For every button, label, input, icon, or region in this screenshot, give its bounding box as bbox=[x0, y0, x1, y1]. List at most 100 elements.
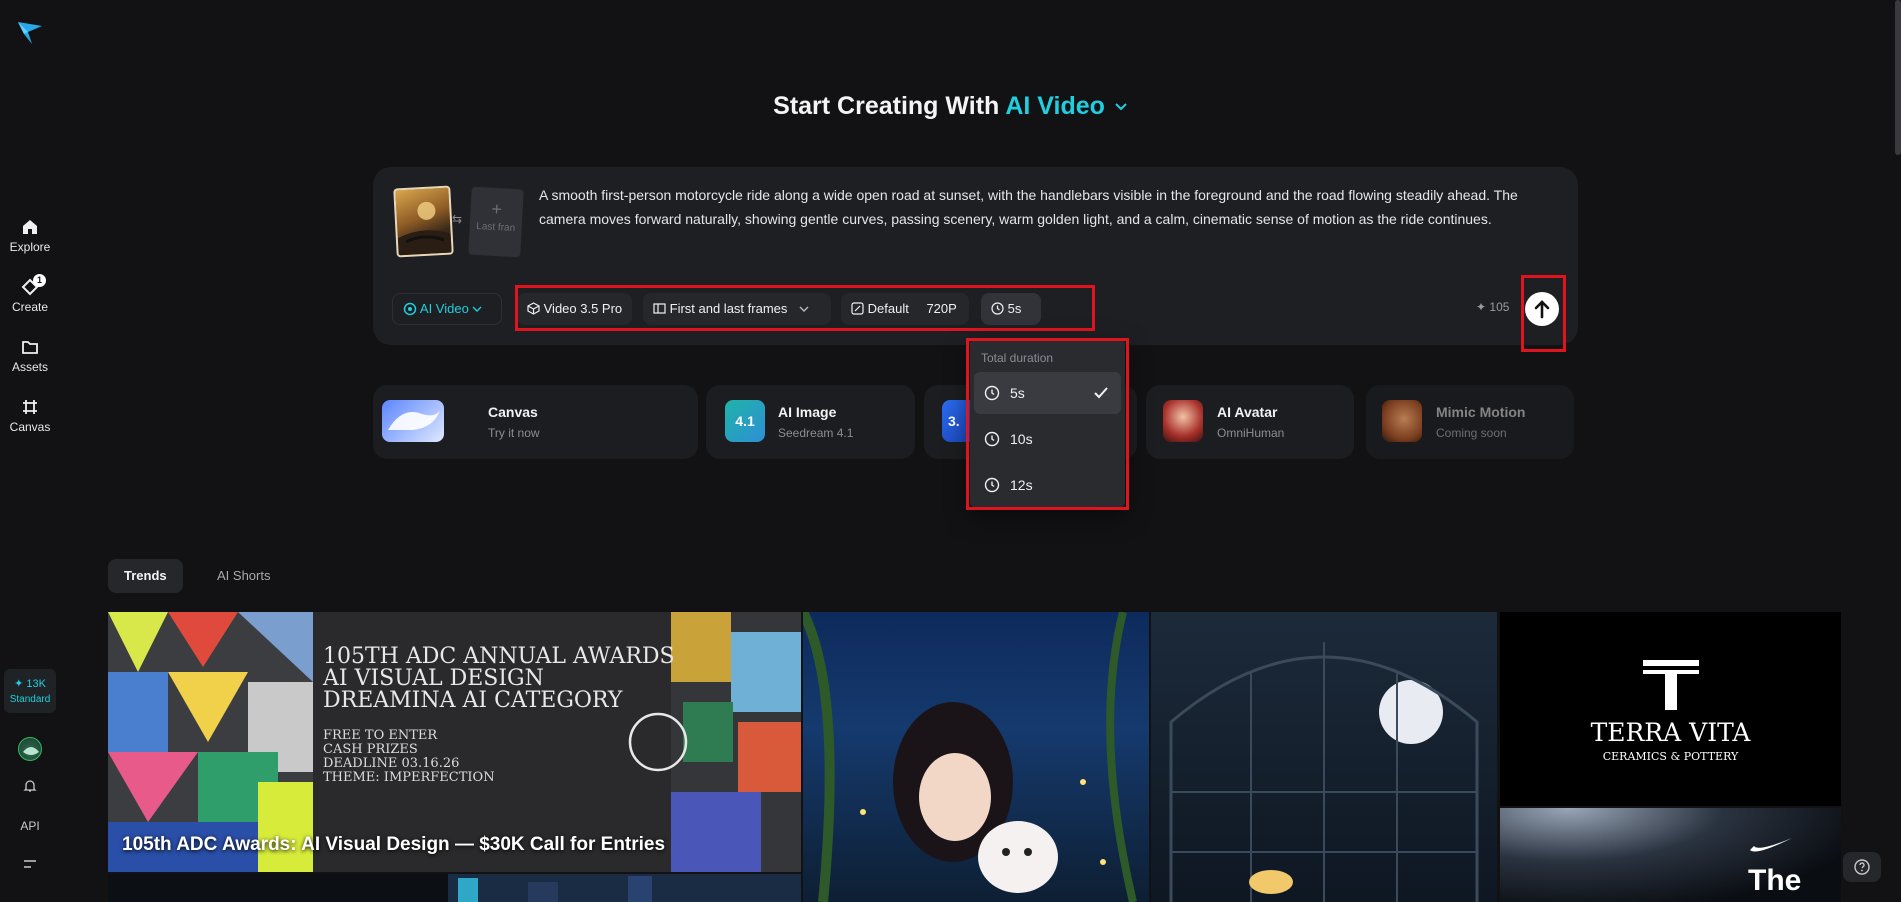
canvas-thumbnail bbox=[382, 400, 444, 442]
terra-vita-subtitle: CERAMICS & POTTERY bbox=[1602, 750, 1739, 763]
mimic-motion-thumbnail bbox=[1382, 400, 1422, 442]
last-frame-upload[interactable]: + Last fran bbox=[468, 186, 524, 258]
nike-swoosh-icon bbox=[1750, 838, 1792, 852]
canvas-icon bbox=[20, 397, 40, 417]
menu-toggle[interactable] bbox=[0, 858, 60, 873]
plus-icon: + bbox=[490, 198, 503, 220]
nav-assets[interactable]: Assets bbox=[0, 337, 60, 374]
nav-label-create: Create bbox=[11, 300, 49, 314]
tool-card-canvas[interactable]: Canvas Try it now bbox=[373, 385, 698, 459]
bell-icon bbox=[23, 780, 37, 792]
duration-dropdown: Total duration 5s 10s 12s bbox=[970, 339, 1125, 508]
help-button[interactable] bbox=[1843, 852, 1881, 882]
check-icon bbox=[1094, 387, 1108, 399]
prompt-input[interactable]: A smooth first-person motorcycle ride al… bbox=[539, 183, 1564, 231]
clock-icon bbox=[984, 431, 1000, 447]
first-frame-thumbnail[interactable] bbox=[393, 185, 454, 258]
tool-card-ai-avatar[interactable]: AI Avatar OmniHuman bbox=[1146, 385, 1354, 459]
frames-label: First and last frames bbox=[669, 301, 788, 316]
terra-vita-title: TERRA VITA bbox=[1590, 718, 1751, 747]
feed-card-girl-cat[interactable] bbox=[803, 612, 1149, 902]
feed-card-adc-awards[interactable]: 105TH ADC ANNUAL AWARDS AI VISUAL DESIGN… bbox=[108, 612, 801, 872]
banner-detail: THEME: IMPERFECTION bbox=[323, 770, 495, 785]
chevron-down-icon[interactable] bbox=[1114, 102, 1128, 112]
nav-label-explore: Explore bbox=[9, 240, 51, 254]
clock-icon bbox=[984, 477, 1000, 493]
clock-icon bbox=[984, 385, 1000, 401]
title-prefix: Start Creating With bbox=[773, 92, 1006, 120]
banner-heading: 105TH ADC ANNUAL AWARDS AI VISUAL DESIGN… bbox=[323, 646, 675, 712]
banner-line: AI VISUAL DESIGN bbox=[323, 666, 544, 691]
duration-option-10s[interactable]: 10s bbox=[974, 418, 1121, 460]
ai-avatar-thumbnail bbox=[1163, 400, 1203, 442]
feed-card-greenhouse[interactable] bbox=[1151, 612, 1497, 902]
tab-ai-shorts[interactable]: AI Shorts bbox=[201, 559, 286, 593]
create-badge: 1 bbox=[33, 274, 46, 287]
option-label: 5s bbox=[1010, 385, 1025, 401]
duration-option-5s[interactable]: 5s bbox=[974, 372, 1121, 414]
api-link[interactable]: API bbox=[0, 819, 60, 833]
credits-count: ✦ 13K bbox=[14, 678, 46, 690]
tool-subtitle: Try it now bbox=[488, 426, 540, 440]
nav-canvas[interactable]: Canvas bbox=[0, 397, 60, 434]
nav-label-canvas: Canvas bbox=[9, 420, 51, 434]
greenhouse-artwork bbox=[1169, 642, 1479, 902]
frames-icon bbox=[653, 303, 666, 314]
page-scrollbar[interactable] bbox=[1895, 0, 1901, 155]
generate-button[interactable] bbox=[1525, 292, 1559, 326]
feed-card-city[interactable] bbox=[108, 874, 801, 902]
banner-detail: CASH PRIZES bbox=[323, 742, 418, 757]
resolution-label: 720P bbox=[926, 301, 957, 316]
feed-card-terra-vita[interactable]: TERRA VITA CERAMICS & POTTERY bbox=[1500, 612, 1841, 806]
aspect-label: Default bbox=[867, 301, 909, 316]
tool-card-ai-image[interactable]: 4.1 AI Image Seedream 4.1 bbox=[706, 385, 915, 459]
chevron-down-icon bbox=[472, 306, 482, 312]
duration-label: 5s bbox=[1007, 301, 1022, 316]
mode-select[interactable]: AI Video bbox=[392, 293, 502, 325]
mode-switcher[interactable]: AI Video bbox=[1005, 92, 1105, 120]
duration-option-12s[interactable]: 12s bbox=[974, 464, 1121, 506]
avatar[interactable] bbox=[18, 737, 42, 761]
nav-label-assets: Assets bbox=[11, 360, 48, 374]
banner-detail: DEADLINE 03.16.26 bbox=[323, 756, 460, 771]
banner-line: DREAMINA AI CATEGORY bbox=[323, 688, 623, 713]
banner-details: FREE TO ENTER CASH PRIZES DEADLINE 03.16… bbox=[323, 729, 495, 785]
nav-create[interactable]: 1 Create bbox=[0, 274, 60, 314]
swap-icon[interactable]: ⇆ bbox=[452, 212, 466, 226]
aspect-resolution-select[interactable]: Default 720P bbox=[841, 293, 969, 325]
cube-icon bbox=[527, 302, 540, 315]
feed-card-nike[interactable]: The bbox=[1500, 808, 1841, 902]
duration-select[interactable]: 5s bbox=[981, 293, 1041, 325]
nike-headline: The bbox=[1748, 864, 1802, 897]
banner-line: 105TH ADC ANNUAL AWARDS bbox=[323, 644, 675, 669]
dropdown-title: Total duration bbox=[981, 351, 1054, 365]
folder-icon bbox=[20, 337, 40, 357]
tool-subtitle: OmniHuman bbox=[1217, 426, 1285, 440]
home-icon bbox=[20, 217, 40, 237]
last-frame-label: Last fran bbox=[475, 220, 516, 235]
option-label: 10s bbox=[1010, 431, 1033, 447]
tool-title: Mimic Motion bbox=[1436, 404, 1526, 420]
notification-bell[interactable] bbox=[0, 778, 60, 797]
credits-pill[interactable]: ✦ 13K Standard bbox=[4, 669, 56, 713]
model-select[interactable]: Video 3.5 Pro bbox=[517, 293, 632, 325]
tool-card-mimic-motion[interactable]: Mimic Motion Coming soon bbox=[1366, 385, 1574, 459]
frames-select[interactable]: First and last frames bbox=[643, 293, 831, 325]
city-artwork bbox=[448, 874, 801, 902]
tool-subtitle: Seedream 4.1 bbox=[778, 426, 854, 440]
banner-caption: 105th ADC Awards: AI Visual Design — $30… bbox=[122, 834, 666, 855]
chevron-down-icon bbox=[799, 306, 809, 312]
option-label: 12s bbox=[1010, 477, 1033, 493]
ai-image-thumbnail: 4.1 bbox=[725, 400, 765, 442]
arrow-up-icon bbox=[1534, 300, 1550, 319]
plan-tier: Standard bbox=[9, 694, 51, 705]
tool-subtitle: Coming soon bbox=[1436, 426, 1507, 440]
help-icon bbox=[1854, 859, 1870, 875]
tab-trends[interactable]: Trends bbox=[108, 559, 183, 593]
girl-cat-artwork bbox=[803, 612, 1137, 902]
nav-explore[interactable]: Explore bbox=[0, 217, 60, 254]
banner-detail: FREE TO ENTER bbox=[323, 728, 438, 743]
generation-cost: ✦ 105 bbox=[1476, 300, 1510, 314]
menu-icon bbox=[24, 860, 36, 868]
app-logo[interactable] bbox=[16, 20, 44, 46]
